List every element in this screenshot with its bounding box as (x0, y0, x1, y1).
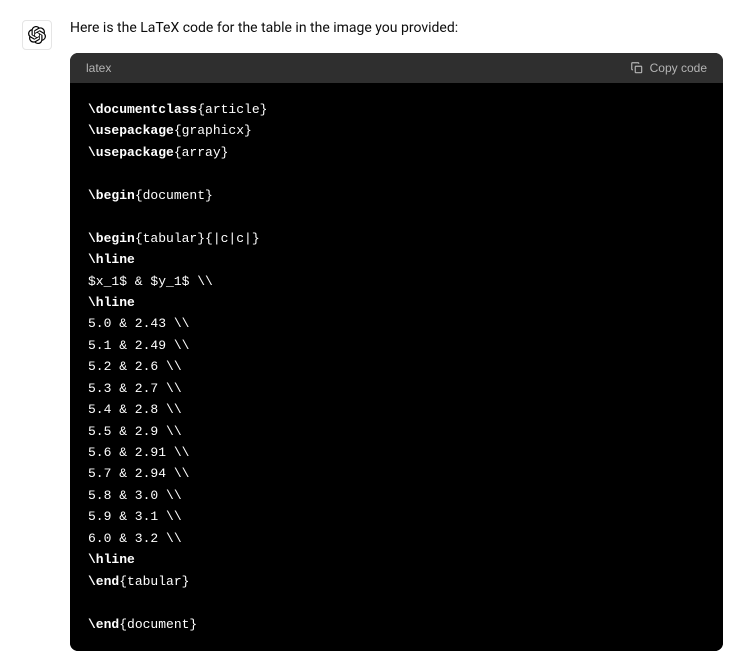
code-language-label: latex (86, 61, 111, 75)
code-content[interactable]: \documentclass{article} \usepackage{grap… (70, 83, 723, 651)
copy-icon (630, 61, 644, 75)
code-block: latex Copy code \documentclass{article} … (70, 53, 723, 651)
openai-logo-icon (28, 26, 46, 44)
copy-code-button[interactable]: Copy code (630, 61, 707, 75)
copy-code-label: Copy code (650, 61, 707, 75)
assistant-message: Here is the LaTeX code for the table in … (22, 18, 723, 651)
message-content: Here is the LaTeX code for the table in … (70, 18, 723, 651)
code-header: latex Copy code (70, 53, 723, 83)
intro-text: Here is the LaTeX code for the table in … (70, 18, 723, 39)
assistant-avatar (22, 20, 52, 50)
